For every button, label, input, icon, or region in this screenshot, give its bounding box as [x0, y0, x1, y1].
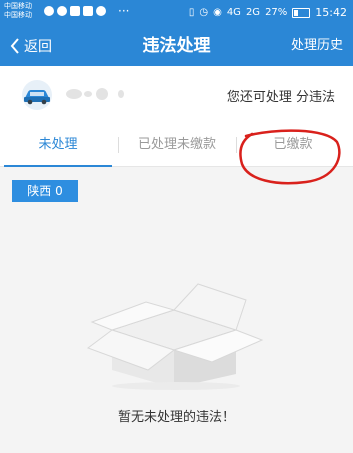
back-label: 返回 — [24, 39, 52, 55]
red-circle-annotation — [239, 129, 341, 185]
car-info-panel: 您还可处理 分违法 — [0, 66, 353, 124]
battery-level-fill — [294, 9, 299, 16]
chevron-left-icon — [10, 38, 19, 54]
carrier-line-1: 中国移动 — [4, 2, 32, 10]
more-notifications-icon: ··· — [118, 4, 130, 18]
region-badge[interactable]: 陕西 0 — [12, 180, 78, 202]
status-bar: 中国移动 中国移动 ··· ▯ ◷ ◉ 4G 2G 27% 15:42 — [0, 0, 353, 26]
back-button[interactable]: 返回 — [10, 26, 52, 66]
clock: 15:42 — [315, 6, 347, 19]
location-icon — [57, 6, 67, 16]
video-notification-icon — [83, 6, 93, 16]
battery-percent: 27% — [265, 7, 288, 18]
signal-4g-icon: 4G — [226, 7, 241, 18]
carrier-label: 中国移动 中国移动 — [4, 2, 32, 20]
tab-unprocessed[interactable]: 未处理 — [4, 124, 112, 165]
alarm-icon: ◷ — [199, 7, 209, 18]
signal-2g-icon: 2G — [245, 7, 261, 18]
history-button[interactable]: 处理历史 — [291, 26, 343, 66]
remaining-points-text: 您还可处理 分违法 — [226, 90, 335, 105]
app-notification-icon — [44, 6, 54, 16]
eye-comfort-icon: ◉ — [213, 7, 222, 18]
empty-box-illustration — [86, 283, 264, 390]
plate-number-redacted — [66, 86, 126, 102]
empty-state-message: 暂无未处理的违法！ — [117, 410, 235, 425]
battery-icon — [292, 7, 311, 18]
title-bar: 返回 违法处理 处理历史 — [0, 26, 353, 66]
tab-processed-unpaid[interactable]: 已处理未缴款 — [119, 124, 235, 165]
vibrate-icon: ▯ — [188, 7, 195, 18]
carrier-line-2: 中国移动 — [4, 11, 32, 19]
browser-notification-icon — [96, 6, 106, 16]
car-avatar-icon — [22, 80, 52, 110]
active-tab-indicator — [4, 165, 112, 167]
gallery-notification-icon — [70, 6, 80, 16]
notification-icons — [44, 6, 106, 16]
